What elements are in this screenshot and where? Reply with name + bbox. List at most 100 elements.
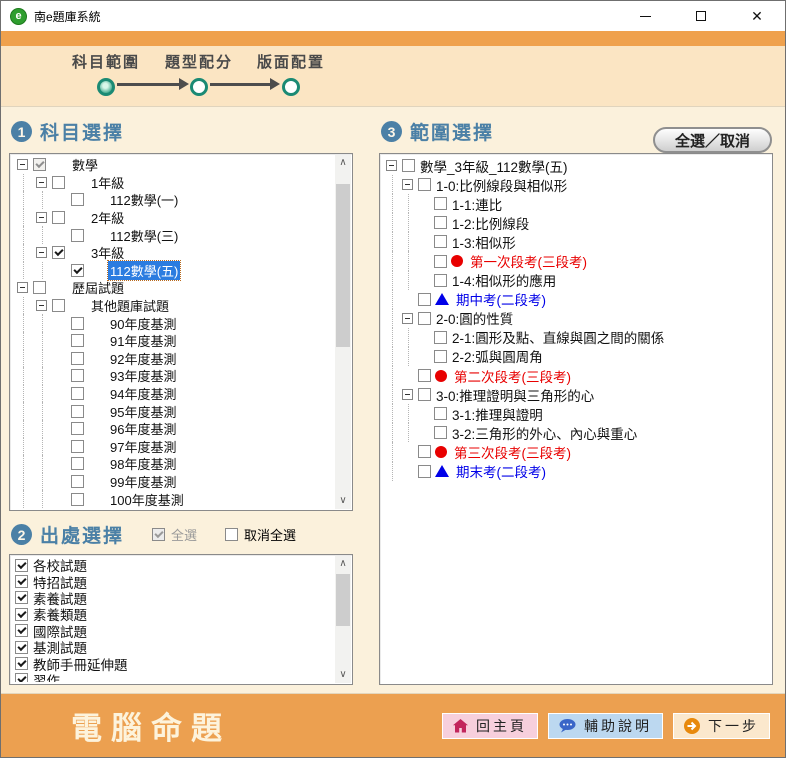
tree-row[interactable]: 2-0:圓的性質	[382, 309, 770, 328]
checkbox[interactable]	[71, 317, 84, 330]
scroll-up-icon[interactable]: ∧	[335, 155, 351, 171]
checkbox[interactable]	[418, 445, 431, 458]
home-button[interactable]: 回主頁	[442, 713, 538, 739]
tree-label[interactable]: 3年級	[89, 243, 126, 262]
clear-all-checkbox[interactable]: 取消全選	[225, 525, 296, 544]
checkbox[interactable]	[15, 575, 28, 588]
expand-toggle-icon[interactable]	[36, 300, 47, 311]
tree-label[interactable]: 98年度基測	[108, 454, 178, 473]
expand-toggle-icon[interactable]	[36, 247, 47, 258]
tree-row[interactable]: 歷屆試題	[12, 279, 334, 297]
checkbox[interactable]	[71, 475, 84, 488]
expand-toggle-icon[interactable]	[17, 159, 28, 170]
tree-label[interactable]: 95年度基測	[108, 402, 178, 421]
checkbox[interactable]	[71, 457, 84, 470]
clear-all-checkbox-icon[interactable]	[225, 528, 238, 541]
tree-label[interactable]: 期中考(二段考)	[454, 289, 548, 309]
expand-toggle-icon[interactable]	[17, 282, 28, 293]
expand-toggle-icon[interactable]	[36, 212, 47, 223]
tree-row[interactable]: 94年度基測	[12, 385, 334, 403]
checkbox[interactable]	[15, 591, 28, 604]
tree-row[interactable]: 112數學(一)	[12, 191, 334, 209]
tree-row[interactable]: 96年度基測	[12, 420, 334, 438]
checkbox[interactable]	[434, 216, 447, 229]
tree-label[interactable]: 2年級	[89, 208, 126, 227]
tree-label[interactable]: 112數學(三)	[108, 226, 180, 245]
tree-label[interactable]: 94年度基測	[108, 384, 178, 403]
tree-label[interactable]: 92年度基測	[108, 349, 178, 368]
checkbox[interactable]	[52, 211, 65, 224]
tree-label[interactable]: 第三次段考(三段考)	[452, 442, 573, 462]
checkbox[interactable]	[52, 176, 65, 189]
checkbox[interactable]	[418, 312, 431, 325]
tree-label[interactable]: 歷屆試題	[70, 278, 126, 297]
checkbox[interactable]	[71, 369, 84, 382]
tree-label[interactable]: 數學	[70, 156, 100, 174]
checkbox[interactable]	[15, 559, 28, 572]
tree-row[interactable]: 1-3:相似形	[382, 232, 770, 251]
tree-row[interactable]: 2-2:弧與圓周角	[382, 347, 770, 366]
tree-row[interactable]: 其他題庫試題	[12, 297, 334, 315]
tree-row[interactable]: 第一次段考(三段考)	[382, 251, 770, 270]
tree-label[interactable]: 第一次段考(三段考)	[468, 251, 589, 271]
checkbox[interactable]	[33, 281, 46, 294]
checkbox[interactable]	[52, 299, 65, 312]
checkbox[interactable]	[71, 229, 84, 242]
scroll-down-icon[interactable]: ∨	[335, 493, 351, 509]
tree-label[interactable]: 1-4:相似形的應用	[450, 270, 558, 290]
select-all-checkbox-icon[interactable]	[152, 528, 165, 541]
checkbox[interactable]	[15, 657, 28, 670]
select-toggle-button[interactable]: 全選／取消	[653, 127, 772, 153]
checkbox[interactable]	[71, 493, 84, 506]
tree-label[interactable]: 1年級	[89, 173, 126, 192]
checkbox[interactable]	[15, 624, 28, 637]
checkbox[interactable]	[434, 255, 447, 268]
tree-row[interactable]: 數學	[12, 156, 334, 174]
checkbox[interactable]	[418, 465, 431, 478]
tree-label[interactable]: 1-0:比例線段與相似形	[434, 175, 569, 195]
checkbox[interactable]	[15, 608, 28, 621]
checkbox[interactable]	[15, 673, 28, 682]
tree-row[interactable]: 期中考(二段考)	[382, 290, 770, 309]
checkbox[interactable]	[434, 426, 447, 439]
tree-label[interactable]: 2-2:弧與圓周角	[450, 346, 545, 366]
tree-row[interactable]: 2-1:圓形及點、直線與圓之間的關係	[382, 328, 770, 347]
checkbox[interactable]	[434, 274, 447, 287]
checkbox[interactable]	[71, 193, 84, 206]
tree-label[interactable]: 1-1:連比	[450, 194, 504, 214]
wizard-step-3[interactable]: 版面配置	[236, 51, 346, 96]
checkbox[interactable]	[71, 405, 84, 418]
checkbox[interactable]	[71, 334, 84, 347]
checkbox[interactable]	[434, 331, 447, 344]
expand-toggle-icon[interactable]	[402, 313, 413, 324]
tree-row[interactable]: 1-0:比例線段與相似形	[382, 175, 770, 194]
scroll-down-icon[interactable]: ∨	[335, 667, 351, 683]
tree-row[interactable]: 1-1:連比	[382, 194, 770, 213]
tree-label[interactable]: 112數學(五)	[108, 261, 180, 280]
tree-label[interactable]: 1-2:比例線段	[450, 213, 531, 233]
tree-row[interactable]: 100年度基測	[12, 490, 334, 508]
tree-row[interactable]: 第三次段考(三段考)	[382, 442, 770, 461]
tree-label[interactable]: 3-1:推理與證明	[450, 404, 545, 424]
tree-label[interactable]: 3-2:三角形的外心、內心與重心	[450, 423, 639, 443]
tree-label[interactable]: 93年度基測	[108, 366, 178, 385]
help-button[interactable]: 輔助說明	[548, 713, 663, 739]
tree-label[interactable]: 97年度基測	[108, 437, 178, 456]
tree-label[interactable]: 2-0:圓的性質	[434, 308, 515, 328]
checkbox[interactable]	[71, 264, 84, 277]
tree-row[interactable]: 期末考(二段考)	[382, 462, 770, 481]
checkbox[interactable]	[15, 641, 28, 654]
checkbox[interactable]	[52, 246, 65, 259]
checkbox[interactable]	[434, 235, 447, 248]
checkbox[interactable]	[71, 440, 84, 453]
tree-row[interactable]: 1-2:比例線段	[382, 213, 770, 232]
tree-label[interactable]: 第二次段考(三段考)	[452, 366, 573, 386]
tree-label[interactable]: 數學_3年級_112數學(五)	[418, 156, 570, 176]
tree-label[interactable]: 3-0:推理證明與三角形的心	[434, 385, 596, 405]
tree-row[interactable]: 112數學(三)	[12, 226, 334, 244]
checkbox[interactable]	[71, 387, 84, 400]
expand-toggle-icon[interactable]	[36, 177, 47, 188]
tree-label[interactable]: 2-1:圓形及點、直線與圓之間的關係	[450, 327, 666, 347]
tree-row[interactable]: 112數學(五)	[12, 262, 334, 280]
checkbox[interactable]	[434, 350, 447, 363]
